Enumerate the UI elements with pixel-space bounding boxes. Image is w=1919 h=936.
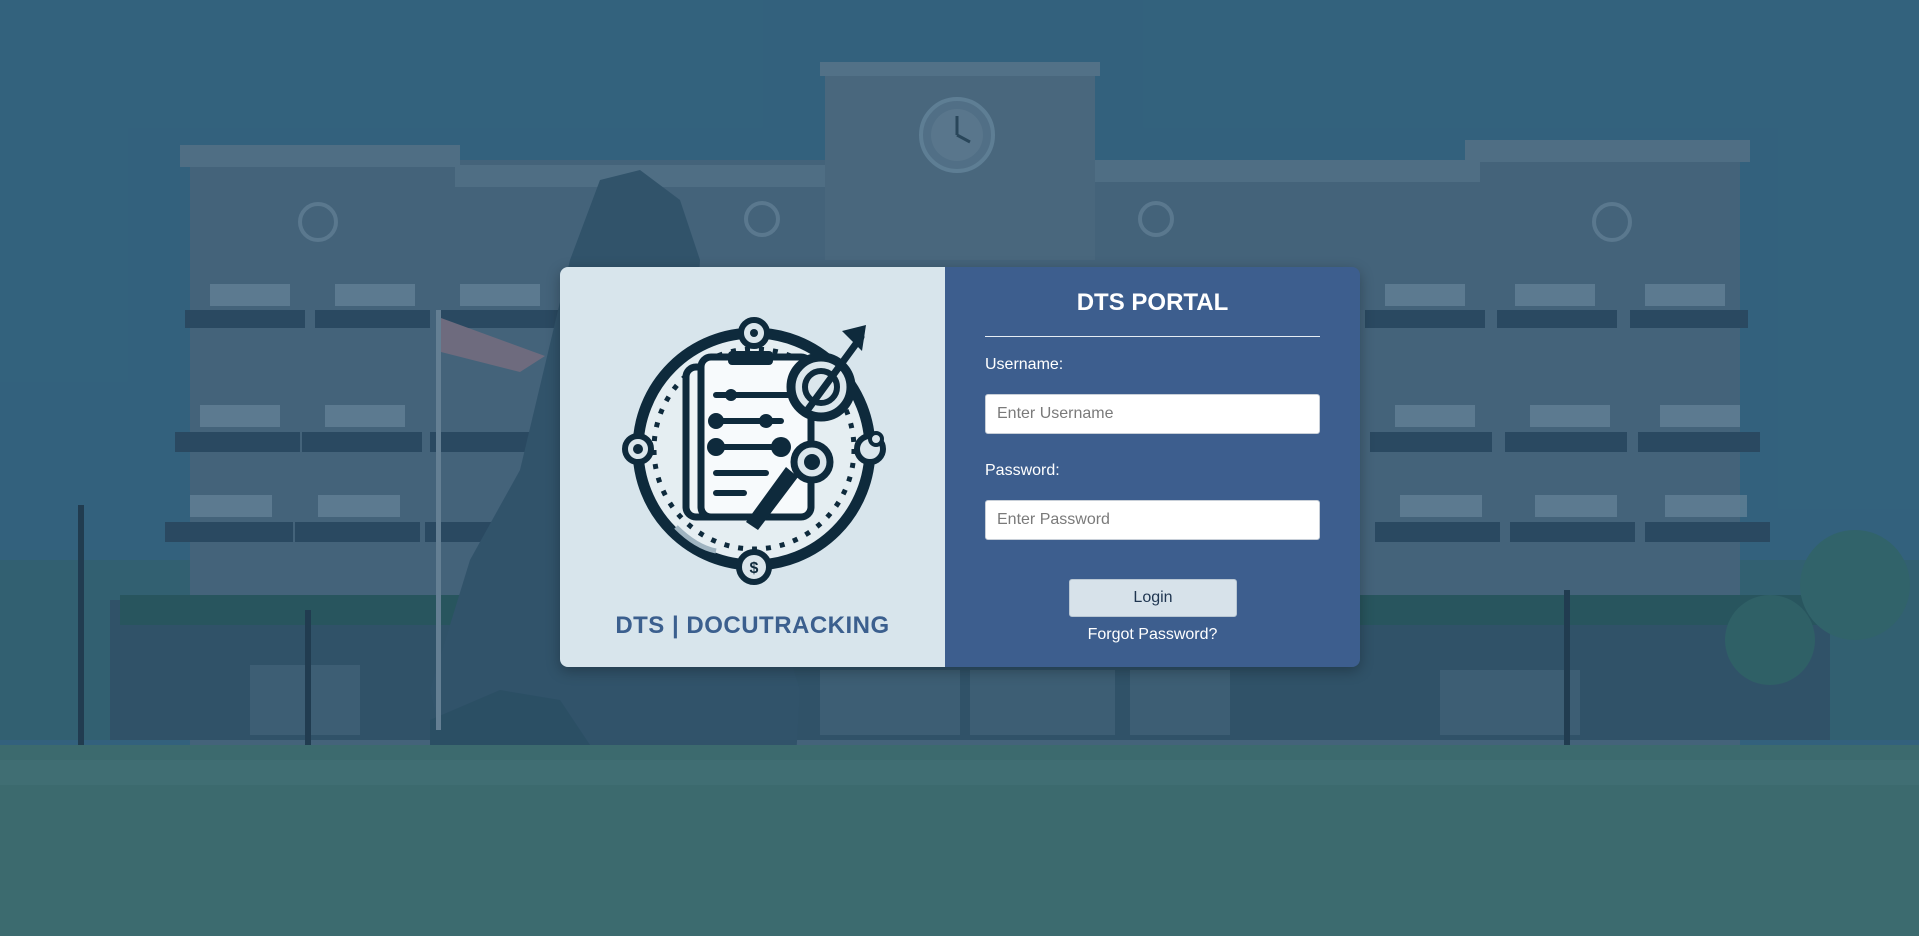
- login-panel: DTS PORTAL Username: Password: Login For…: [945, 267, 1360, 667]
- password-input[interactable]: [985, 500, 1320, 540]
- login-card: $ DTS | DOCUTRACKING DTS PORTAL Username…: [560, 267, 1360, 667]
- brand-title: DTS | DOCUTRACKING: [615, 612, 890, 639]
- password-label: Password:: [985, 462, 1060, 479]
- username-input[interactable]: [985, 394, 1320, 434]
- forgot-password-link[interactable]: Forgot Password?: [945, 626, 1360, 644]
- login-button[interactable]: Login: [1069, 579, 1237, 617]
- brand-panel: $ DTS | DOCUTRACKING: [560, 267, 945, 667]
- title-divider: [985, 336, 1320, 337]
- svg-text:$: $: [750, 560, 759, 577]
- username-label: Username:: [985, 356, 1064, 373]
- portal-title: DTS PORTAL: [1076, 289, 1229, 316]
- document-tracking-logo-icon: $: [616, 317, 892, 585]
